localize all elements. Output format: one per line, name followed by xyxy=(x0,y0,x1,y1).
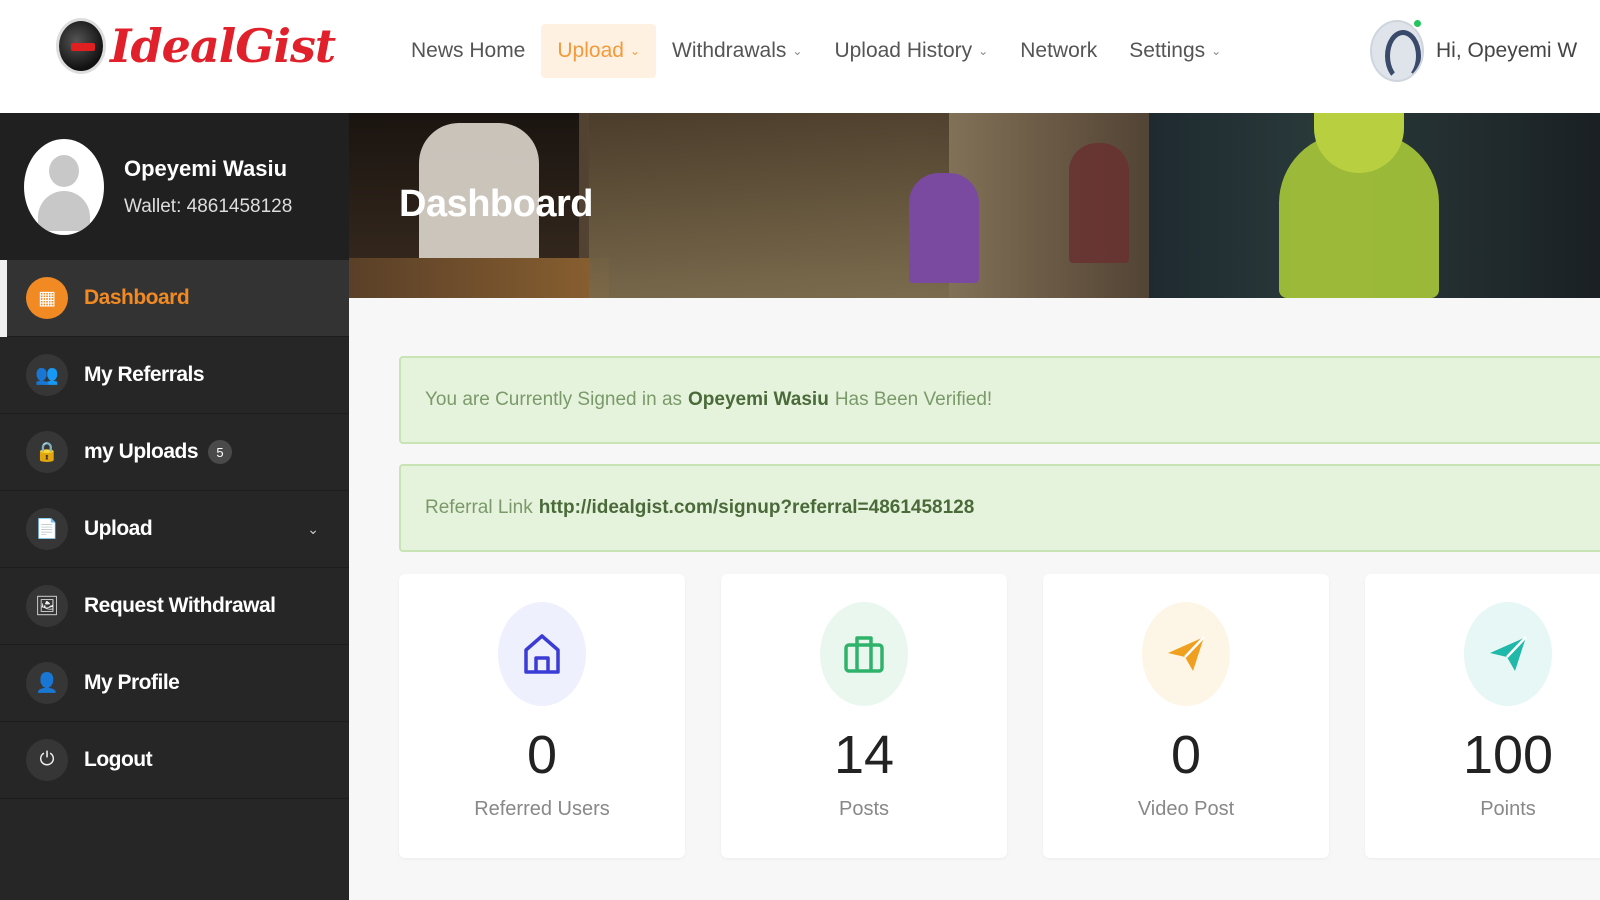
sidebar-item-dashboard[interactable]: ▦ Dashboard xyxy=(0,260,349,337)
chevron-down-icon: ⌄ xyxy=(307,520,319,537)
profile-name: Opeyemi Wasiu xyxy=(124,155,288,181)
sidebar-item-label: Logout xyxy=(84,748,153,771)
user-icon: 👤 xyxy=(26,662,68,704)
stat-value: 14 xyxy=(833,725,895,785)
sidebar-item-request-withdrawal[interactable]: 🖼 Request Withdrawal xyxy=(0,568,349,645)
page-title: Dashboard xyxy=(399,183,593,225)
stat-value: 0 xyxy=(1170,725,1202,785)
stat-card-video-post: 0 Video Post xyxy=(1043,574,1329,858)
referral-link[interactable]: http://idealgist.com/signup?referral=486… xyxy=(539,497,975,519)
profile-info: Opeyemi Wasiu Wallet: 4861458128 xyxy=(124,156,292,218)
sidebar: Opeyemi Wasiu Wallet: 4861458128 ▦ Dashb… xyxy=(0,113,349,900)
image-icon: 🖼 xyxy=(26,585,68,627)
send-icon xyxy=(1142,602,1230,706)
stat-value: 0 xyxy=(526,725,558,785)
verified-alert: You are Currently Signed in as Opeyemi W… xyxy=(399,356,1600,444)
stat-card-points: 100 Points xyxy=(1365,574,1600,858)
nav-news-home[interactable]: News Home xyxy=(395,24,541,78)
sidebar-item-logout[interactable]: ⏻ Logout xyxy=(0,722,349,799)
sidebar-item-upload[interactable]: 📄 Upload ⌄ xyxy=(0,491,349,568)
nav-withdrawals[interactable]: Withdrawals ⌄ xyxy=(656,24,818,78)
main-content: You are Currently Signed in as Opeyemi W… xyxy=(349,298,1600,900)
nav-upload[interactable]: Upload ⌄ xyxy=(541,24,656,78)
logo-text: IdealGist xyxy=(110,19,336,73)
banner-photo-shape xyxy=(589,113,949,298)
document-icon: 📄 xyxy=(26,508,68,550)
dashboard-icon: ▦ xyxy=(26,277,68,319)
stat-label: Points xyxy=(1480,798,1536,820)
referral-alert: Referral Link http://idealgist.com/signu… xyxy=(399,464,1600,552)
stat-label: Referred Users xyxy=(474,798,610,820)
sidebar-item-label: Dashboard xyxy=(84,286,190,309)
home-icon xyxy=(498,602,586,706)
sidebar-item-label: my Uploads xyxy=(84,440,199,463)
signed-in-name: Opeyemi Wasiu xyxy=(688,389,829,410)
sidebar-item-label: Request Withdrawal xyxy=(84,594,276,617)
nav-upload-history[interactable]: Upload History ⌄ xyxy=(818,24,1004,78)
chevron-down-icon: ⌄ xyxy=(629,44,640,58)
dashboard-banner: Dashboard xyxy=(349,113,1600,298)
users-icon: 👥 xyxy=(26,354,68,396)
uploads-count-badge: 5 xyxy=(208,440,233,464)
logo-badge-icon xyxy=(56,18,106,74)
nav-network[interactable]: Network xyxy=(1004,24,1113,78)
profile-wallet: Wallet: 4861458128 xyxy=(124,195,293,217)
online-status-icon xyxy=(1412,18,1423,29)
banner-photo-shape xyxy=(349,258,609,298)
chevron-down-icon: ⌄ xyxy=(792,44,803,58)
nav-settings[interactable]: Settings ⌄ xyxy=(1113,24,1237,78)
briefcase-icon xyxy=(820,602,908,706)
stat-value: 100 xyxy=(1462,725,1554,785)
sidebar-item-my-profile[interactable]: 👤 My Profile xyxy=(0,645,349,722)
sidebar-item-label: Upload xyxy=(84,517,153,540)
chevron-down-icon: ⌄ xyxy=(1211,44,1222,58)
main-nav: News Home Upload ⌄ Withdrawals ⌄ Upload Hi… xyxy=(395,24,1237,78)
user-greeting: Hi, Opeyemi W xyxy=(1436,39,1578,62)
sidebar-profile: Opeyemi Wasiu Wallet: 4861458128 xyxy=(0,113,349,260)
stat-card-referred-users: 0 Referred Users xyxy=(399,574,685,858)
profile-avatar[interactable] xyxy=(24,138,104,235)
stat-card-posts: 14 Posts xyxy=(721,574,1007,858)
avatar[interactable] xyxy=(1370,20,1424,82)
chevron-down-icon: ⌄ xyxy=(978,44,989,58)
banner-photo-shape xyxy=(1069,143,1129,263)
user-menu[interactable]: Hi, Opeyemi W xyxy=(1370,20,1577,82)
lock-icon: 🔒 xyxy=(26,431,68,473)
top-header: IdealGist News Home Upload ⌄ Withdrawals ⌄… xyxy=(0,0,1600,113)
stat-label: Video Post xyxy=(1137,798,1235,820)
sidebar-item-label: My Profile xyxy=(84,671,180,694)
power-icon: ⏻ xyxy=(26,739,68,781)
brand-logo[interactable]: IdealGist xyxy=(56,18,336,74)
sidebar-item-my-uploads[interactable]: 🔒 my Uploads 5 xyxy=(0,414,349,491)
send-icon xyxy=(1464,602,1552,706)
stat-label: Posts xyxy=(838,798,890,820)
banner-photo-shape xyxy=(909,173,979,283)
sidebar-item-label: My Referrals xyxy=(84,363,205,386)
sidebar-item-my-referrals[interactable]: 👥 My Referrals xyxy=(0,337,349,414)
